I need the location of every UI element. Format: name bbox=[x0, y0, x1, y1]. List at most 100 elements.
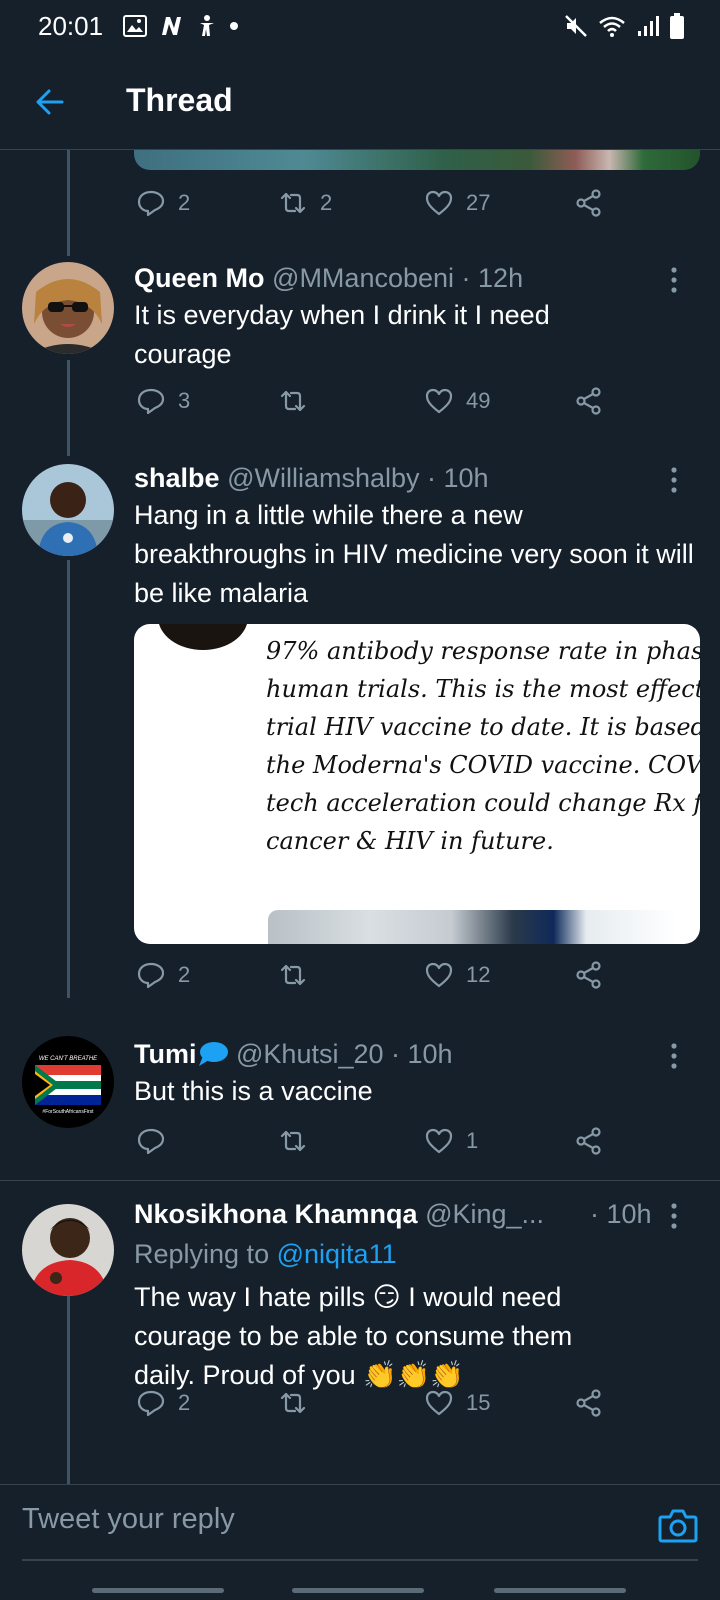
reply-button[interactable]: 3 bbox=[136, 386, 190, 416]
back-arrow-icon bbox=[36, 89, 64, 115]
like-button[interactable]: 27 bbox=[424, 188, 490, 218]
avatar[interactable]: WE CAN'T BREATHE #ForSouthAfricansFirst bbox=[22, 1036, 114, 1128]
more-options-icon[interactable] bbox=[670, 266, 678, 294]
back-button[interactable] bbox=[30, 82, 70, 122]
tweet-media-image[interactable]: 97% antibody response rate in phase I hu… bbox=[134, 624, 700, 944]
tweet-media-image[interactable] bbox=[134, 150, 700, 170]
tweet-divider bbox=[0, 1180, 720, 1181]
retweet-count: 2 bbox=[320, 190, 333, 215]
tweet-time: · 10h bbox=[427, 463, 489, 493]
display-name[interactable]: Nkosikhona Khamnqa bbox=[134, 1199, 418, 1229]
image-photo-fragment bbox=[268, 910, 676, 944]
like-button[interactable]: 15 bbox=[424, 1388, 490, 1418]
tweet-actions: 2 2 27 bbox=[134, 188, 624, 228]
like-count: 1 bbox=[466, 1128, 479, 1153]
reply-icon bbox=[137, 388, 165, 415]
user-handle[interactable]: @MMancobeni bbox=[272, 263, 454, 293]
image-photo-fragment bbox=[158, 624, 248, 650]
reply-button[interactable]: 2 bbox=[136, 960, 190, 990]
like-button[interactable]: 1 bbox=[424, 1126, 478, 1156]
mute-icon bbox=[565, 15, 587, 37]
dot-icon bbox=[230, 22, 239, 30]
reply-count: 2 bbox=[178, 1390, 191, 1415]
display-name[interactable]: Queen Mo bbox=[134, 263, 265, 293]
replying-to-link[interactable]: @niqita11 bbox=[277, 1239, 397, 1269]
reply-count: 2 bbox=[178, 962, 191, 987]
like-button[interactable]: 49 bbox=[424, 386, 490, 416]
reply-icon bbox=[137, 962, 165, 989]
tweet-header: shalbe @Williamshalby · 10h bbox=[134, 460, 489, 496]
share-button[interactable] bbox=[574, 386, 604, 416]
status-time: 20:01 bbox=[38, 10, 104, 41]
retweet-button[interactable] bbox=[278, 386, 320, 416]
avatar-text: WE CAN'T BREATHE bbox=[39, 1056, 98, 1062]
gallery-icon bbox=[123, 15, 148, 37]
page-title: Thread bbox=[126, 82, 233, 118]
tweet-header: Nkosikhona Khamnqa @King_... bbox=[134, 1196, 618, 1232]
share-button[interactable] bbox=[574, 1388, 604, 1418]
share-icon bbox=[576, 189, 601, 217]
like-count: 15 bbox=[466, 1390, 491, 1415]
retweet-icon bbox=[280, 192, 306, 214]
tweet-header: Tumi @Khutsi_20 · 10h bbox=[134, 1036, 453, 1072]
heart-icon bbox=[425, 190, 453, 216]
tweet-text: Hang in a little while there a new break… bbox=[134, 500, 694, 608]
tweet-text: The way I hate pills 😏 I would need cour… bbox=[134, 1282, 573, 1390]
display-name[interactable]: Tumi bbox=[134, 1039, 197, 1069]
tweet-actions: 2 12 bbox=[134, 960, 624, 1000]
battery-icon bbox=[670, 13, 684, 39]
tweet-actions: 2 15 bbox=[134, 1388, 624, 1428]
more-options-icon[interactable] bbox=[670, 466, 678, 494]
retweet-button[interactable] bbox=[278, 1388, 320, 1418]
tweet[interactable]: Queen Mo @MMancobeni · 12h It is everyda… bbox=[0, 260, 720, 430]
more-options-icon[interactable] bbox=[670, 1202, 678, 1230]
avatar[interactable] bbox=[22, 1204, 114, 1296]
like-count: 27 bbox=[466, 190, 491, 215]
reply-icon bbox=[137, 1390, 165, 1417]
tweet[interactable]: WE CAN'T BREATHE #ForSouthAfricansFirst … bbox=[0, 1036, 720, 1166]
heart-icon bbox=[425, 1390, 453, 1416]
reply-count: 2 bbox=[178, 190, 191, 215]
display-name[interactable]: shalbe bbox=[134, 463, 220, 493]
reply-button[interactable]: 2 bbox=[136, 188, 190, 218]
avatar[interactable] bbox=[22, 262, 114, 354]
retweet-icon bbox=[280, 1392, 306, 1414]
retweet-icon bbox=[280, 390, 306, 412]
more-options-icon[interactable] bbox=[670, 1042, 678, 1070]
share-icon bbox=[576, 1389, 601, 1417]
retweet-button[interactable]: 2 bbox=[278, 188, 332, 218]
nav-bar-handle bbox=[494, 1588, 626, 1593]
reply-input-underline bbox=[22, 1559, 698, 1561]
like-button[interactable]: 12 bbox=[424, 960, 490, 990]
reply-icon bbox=[137, 1128, 165, 1155]
heart-icon bbox=[425, 1128, 453, 1154]
nav-bar-handle bbox=[292, 1588, 424, 1593]
avatar[interactable] bbox=[22, 464, 114, 556]
reply-count: 3 bbox=[178, 388, 191, 413]
reply-input[interactable]: Tweet your reply bbox=[22, 1503, 235, 1536]
user-handle[interactable]: @Khutsi_20 bbox=[236, 1039, 384, 1069]
tweet[interactable]: Nkosikhona Khamnqa @King_... · 10h Reply… bbox=[0, 1196, 720, 1456]
reply-button[interactable] bbox=[136, 1126, 178, 1156]
camera-icon bbox=[658, 1509, 698, 1543]
replying-to: Replying to @niqita11 bbox=[134, 1236, 397, 1272]
accessibility-icon bbox=[200, 15, 215, 36]
reply-button[interactable]: 2 bbox=[136, 1388, 190, 1418]
retweet-button[interactable] bbox=[278, 960, 320, 990]
signal-icon bbox=[638, 16, 659, 36]
tweet-time: · 10h bbox=[391, 1039, 453, 1069]
retweet-icon bbox=[280, 964, 306, 986]
user-handle[interactable]: @Williamshalby bbox=[227, 463, 419, 493]
share-icon bbox=[576, 961, 601, 989]
share-icon bbox=[576, 1127, 601, 1155]
tweet-text: But this is a vaccine bbox=[134, 1076, 373, 1106]
retweet-button[interactable] bbox=[278, 1126, 320, 1156]
share-button[interactable] bbox=[574, 960, 604, 990]
share-button[interactable] bbox=[574, 1126, 604, 1156]
reply-composer: Tweet your reply bbox=[0, 1484, 720, 1566]
share-button[interactable] bbox=[574, 188, 604, 218]
user-handle[interactable]: @King_... bbox=[425, 1199, 544, 1229]
thread-line bbox=[67, 150, 70, 256]
camera-button[interactable] bbox=[656, 1503, 700, 1547]
like-count: 12 bbox=[466, 962, 491, 987]
